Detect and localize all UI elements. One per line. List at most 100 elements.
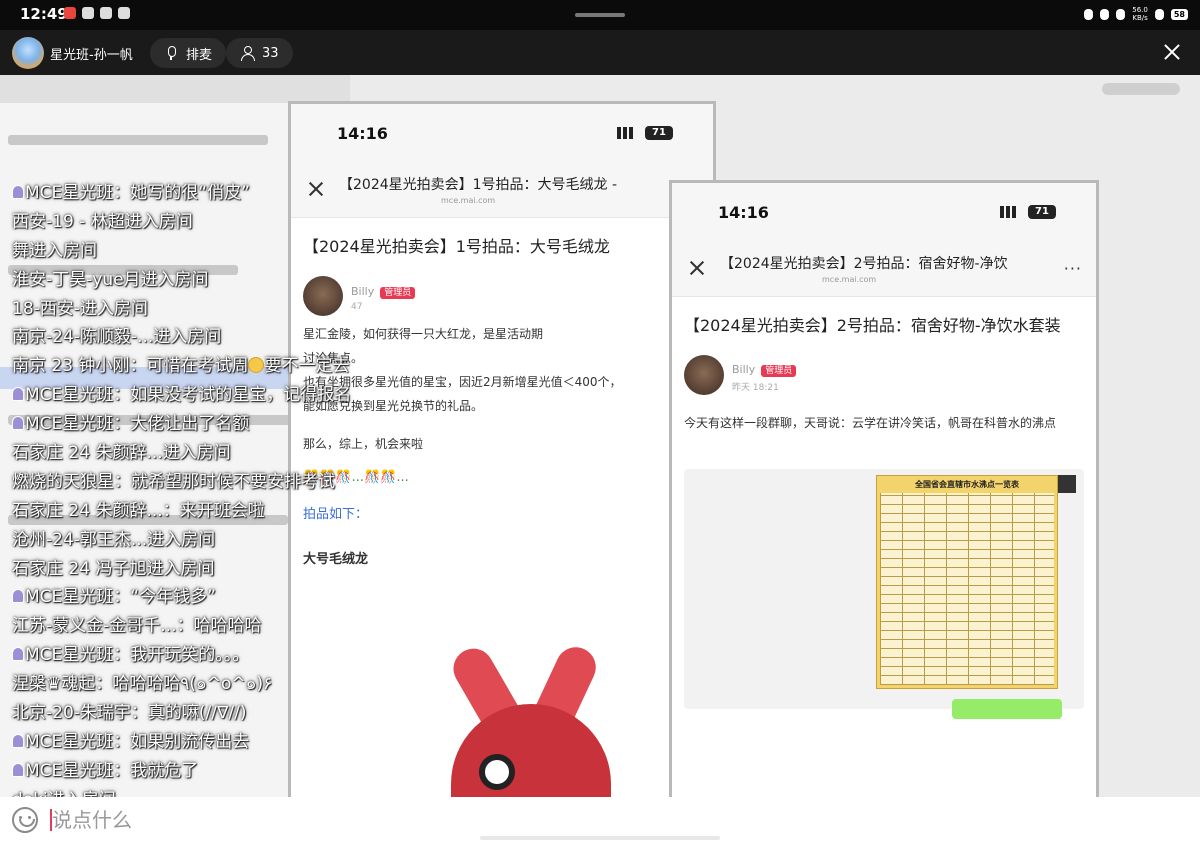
person-icon <box>240 45 255 61</box>
background-status-bar <box>0 75 350 103</box>
chat-message-text: MCE星光班：如果别流传出去 <box>25 731 250 752</box>
phone-indicators: 71 <box>1000 205 1056 219</box>
live-stream-view: 14:16 71 【2024星光拍卖会】1号拍品：大号毛绒龙 - mce.mai… <box>0 75 1200 797</box>
mic-queue-button[interactable]: 排麦 <box>150 38 227 68</box>
chat-message: 南京 23 钟小刚：可惜在考试周 要不一定去 <box>0 352 420 381</box>
system-status-bar: 12:49 56.0 KB/s 58 <box>0 0 1200 30</box>
mce-avatar-icon <box>12 589 24 604</box>
chat-message: 西安-19 - 林超进入房间 <box>0 208 420 237</box>
mce-avatar-icon <box>12 387 24 402</box>
phone-time: 14:16 <box>718 203 769 222</box>
chat-message: 涅槃♛魂起：哈哈哈哈٩(๑^o^๑)۶ <box>0 670 420 699</box>
chat-message-text: 涅槃♛魂起：哈哈哈哈٩(๑^o^๑)۶ <box>12 674 273 695</box>
phone-time: 14:16 <box>337 124 388 143</box>
chat-message: 舞进入房间 <box>0 237 420 266</box>
post-paragraph: 今天有这样一段群聊，天哥说：云学在讲冷笑话，帆哥在科普水的沸点 <box>684 416 1057 430</box>
mute-icon <box>1100 8 1110 20</box>
author-name: Billy <box>732 362 756 376</box>
viewer-count-button[interactable]: 33 <box>226 38 293 68</box>
chat-message: 江苏-蒙义金-金哥千...：哈哈哈哈 <box>0 612 420 641</box>
boiling-point-table-image: 全国省会直辖市水沸点一览表 <box>876 475 1058 689</box>
chat-avatar <box>1058 475 1076 493</box>
chat-message: 石家庄 24 朱颜辞...：来开班会啦 <box>0 497 420 526</box>
chat-input[interactable] <box>52 805 652 835</box>
chat-message-text: MCE星光班：她写的很“俏皮” <box>25 183 250 203</box>
live-chat-feed: MCE星光班：她写的很“俏皮” 西安-19 - 林超进入房间舞进入房间淮安-丁昊-… <box>0 179 420 797</box>
post-nav-bar: 【2024星光拍卖会】2号拍品：宿舍好物-净饮 mce.mai.com ··· <box>672 241 1096 297</box>
mic-queue-label: 排麦 <box>186 47 213 63</box>
chat-message: 燃烧的天狼星：就希望那时候不要安排考试 <box>0 468 420 497</box>
close-icon[interactable] <box>1158 38 1186 66</box>
chat-message-text: 燃烧的天狼星：就希望那时候不要安排考试 <box>12 471 335 492</box>
chat-message-text: 沧州-24-郭王杰...进入房间 <box>12 529 216 550</box>
red-dragon-plush-image <box>431 640 621 797</box>
host-info[interactable]: 星光班-孙一帆 <box>12 37 133 69</box>
chat-message-text: 要不一定去 <box>264 356 350 377</box>
nav-url: mce.mai.com <box>822 275 877 284</box>
chat-message-text: 江苏-蒙义金-金哥千...：哈哈哈哈 <box>12 616 262 637</box>
mce-avatar-icon <box>12 647 24 662</box>
notification-icons <box>64 7 130 19</box>
chat-message: 沧州-24-郭王杰...进入房间 <box>0 526 420 555</box>
chat-message: MCE星光班：如果没考试的星宝，记得报名 <box>0 381 420 410</box>
chat-message-text: 北京-20-朱瑞宇：真的嘛(//∇//) <box>12 703 247 724</box>
battery-icon: 58 <box>1170 8 1188 20</box>
nav-title: 【2024星光拍卖会】2号拍品：宿舍好物-净饮 <box>720 256 1008 272</box>
chat-message: MCE星光班：“今年钱多” <box>0 583 420 612</box>
chat-message: 淮安-丁昊-yue月进入房间 <box>0 266 420 295</box>
chat-message: MCE星光班：大佬让出了名额 <box>0 410 420 439</box>
battery-icon: 71 <box>645 126 673 140</box>
signal-icon <box>617 127 637 139</box>
chat-message-text: 南京-24-陈顺毅-...进入房间 <box>12 327 222 348</box>
chat-message: 南京-24-陈顺毅-...进入房间 <box>0 323 420 352</box>
chat-message-text: MCE星光班：我就危了 <box>25 760 199 781</box>
chat-message-text: 南京 23 钟小刚：可惜在考试周 <box>12 356 249 377</box>
chat-message-text: MCE星光班：大佬让出了名额 <box>25 414 250 435</box>
mce-avatar-icon <box>12 416 24 431</box>
mic-indicator-icon <box>1084 8 1094 20</box>
chat-message-text: 舞进入房间 <box>12 240 97 261</box>
chat-message-text: 石家庄 24 冯子旭进入房间 <box>12 558 215 579</box>
clock: 12:49 <box>20 5 68 23</box>
chat-message-text: 石家庄 24 朱颜辞...进入房间 <box>12 443 231 464</box>
shared-screenshot-2: 14:16 71 【2024星光拍卖会】2号拍品：宿舍好物-净饮 mce.mai… <box>669 180 1099 797</box>
viewer-count: 33 <box>262 45 279 61</box>
nav-url: mce.mai.com <box>441 196 496 205</box>
close-icon <box>686 257 708 279</box>
admin-badge: 管理员 <box>761 364 797 377</box>
chat-screenshot-image: 全国省会直辖市水沸点一览表 <box>684 469 1084 719</box>
emoji-icon <box>248 357 265 374</box>
phone-indicators: 71 <box>617 126 673 140</box>
chat-message-text: 石家庄 24 朱颜辞...：来开班会啦 <box>12 500 265 521</box>
more-icon: ··· <box>1063 259 1082 278</box>
mce-avatar-icon <box>12 185 24 199</box>
chat-message: MCE星光班：我就危了 <box>0 757 420 786</box>
host-avatar[interactable] <box>12 37 44 69</box>
phone-status-bar: 14:16 71 <box>672 183 1096 241</box>
background-text-line <box>8 135 268 145</box>
live-room-header: 星光班-孙一帆 排麦 33 <box>0 30 1200 75</box>
author-avatar <box>684 355 724 395</box>
system-indicators: 56.0 KB/s 58 <box>1084 6 1188 22</box>
chat-message-text: MCE星光班：“今年钱多” <box>25 587 216 608</box>
app-icon <box>118 7 130 19</box>
chat-message: 北京-20-朱瑞宇：真的嘛(//∇//) <box>0 699 420 728</box>
chat-message: 18-西安-进入房间 <box>0 295 420 324</box>
chat-message: 石家庄 24 朱颜辞...进入房间 <box>0 439 420 468</box>
chat-message: doki进入房间 <box>0 786 420 797</box>
table-title: 全国省会直辖市水沸点一览表 <box>915 480 1019 489</box>
wechat-icon <box>100 7 112 19</box>
network-speed: 56.0 KB/s <box>1132 6 1148 22</box>
watermark <box>1102 83 1180 95</box>
emoji-icon[interactable] <box>12 807 38 833</box>
post-date: 昨天 18:21 <box>732 382 779 393</box>
home-indicator[interactable] <box>480 836 720 840</box>
mce-avatar-icon <box>12 733 24 748</box>
chat-message-text: MCE星光班：我开玩笑的。。。 <box>25 645 250 666</box>
chat-message: MCE星光班：她写的很“俏皮” <box>0 179 420 208</box>
multitask-handle[interactable] <box>575 13 625 17</box>
mce-avatar-icon <box>12 762 24 777</box>
bluetooth-icon <box>1116 8 1126 20</box>
battery-icon: 71 <box>1028 205 1056 219</box>
post-title: 【2024星光拍卖会】2号拍品：宿舍好物-净饮水套装 <box>684 316 1061 335</box>
